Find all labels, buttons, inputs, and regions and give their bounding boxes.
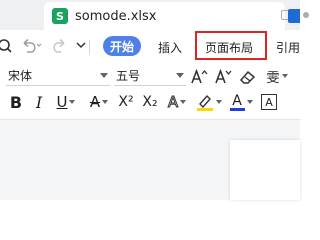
- font-size-select[interactable]: 五号: [114, 66, 186, 86]
- font-toolbar: 宋体 五号 雯: [0, 62, 300, 88]
- chevron-down-icon[interactable]: [76, 40, 86, 52]
- underline-glyph: U: [56, 93, 68, 111]
- font-color-glyph: A: [232, 92, 242, 109]
- text-effect-glyph: A: [167, 93, 179, 112]
- phonetic-guide-icon[interactable]: 雯: [262, 65, 292, 87]
- undo-icon[interactable]: [20, 38, 42, 54]
- font-family-value: 宋体: [8, 69, 33, 83]
- tab-status-dot[interactable]: [303, 12, 309, 18]
- grow-font-icon[interactable]: [190, 66, 208, 88]
- search-icon[interactable]: [0, 37, 14, 55]
- chevron-down-icon: [246, 100, 253, 104]
- menu-bar: 开始 插入 页面布局 引用: [0, 30, 300, 62]
- highlight-button[interactable]: [196, 91, 222, 113]
- divider: [89, 40, 90, 54]
- chevron-down-icon: [176, 73, 184, 78]
- tab-page-layout[interactable]: 页面布局: [205, 39, 253, 56]
- app-logo: [288, 9, 300, 23]
- document-tab-title: somode.xlsx: [75, 8, 157, 24]
- eraser-icon[interactable]: [238, 66, 258, 88]
- shrink-font-icon[interactable]: [214, 66, 232, 88]
- text-effect-button[interactable]: A: [164, 91, 190, 113]
- format-toolbar: B I U A X² X₂ A A A: [0, 88, 300, 116]
- char-border-glyph: A: [261, 94, 277, 110]
- tab-references[interactable]: 引用: [276, 39, 300, 56]
- highlighter-icon: [197, 94, 213, 111]
- redo-icon[interactable]: [50, 38, 70, 54]
- strikethrough-button[interactable]: A: [86, 91, 112, 113]
- document-page[interactable]: [230, 140, 300, 200]
- font-color-button[interactable]: A: [228, 91, 254, 113]
- title-bar: S somode.xlsx: [0, 0, 309, 30]
- strikethrough-glyph: A: [89, 93, 101, 111]
- subscript-button[interactable]: X₂: [140, 91, 160, 113]
- font-family-select[interactable]: 宋体: [6, 66, 110, 86]
- italic-button[interactable]: I: [32, 91, 46, 113]
- document-tab[interactable]: S somode.xlsx: [44, 2, 309, 30]
- underline-button[interactable]: U: [54, 91, 78, 113]
- font-color-swatch: [229, 107, 245, 111]
- tab-insert[interactable]: 插入: [158, 39, 182, 56]
- font-size-value: 五号: [116, 69, 141, 83]
- chevron-down-icon: [216, 100, 222, 104]
- spreadsheet-icon: S: [52, 8, 68, 24]
- chevron-down-icon: [69, 100, 76, 104]
- superscript-button[interactable]: X²: [116, 91, 136, 113]
- chevron-down-icon: [281, 74, 288, 78]
- tab-start[interactable]: 开始: [103, 36, 141, 56]
- bold-button[interactable]: B: [8, 91, 24, 113]
- chevron-down-icon: [180, 100, 187, 104]
- chevron-down-icon: [102, 100, 109, 104]
- chevron-down-icon: [100, 73, 108, 78]
- phonetic-glyph: 雯: [266, 70, 280, 86]
- character-border-button[interactable]: A: [260, 91, 278, 113]
